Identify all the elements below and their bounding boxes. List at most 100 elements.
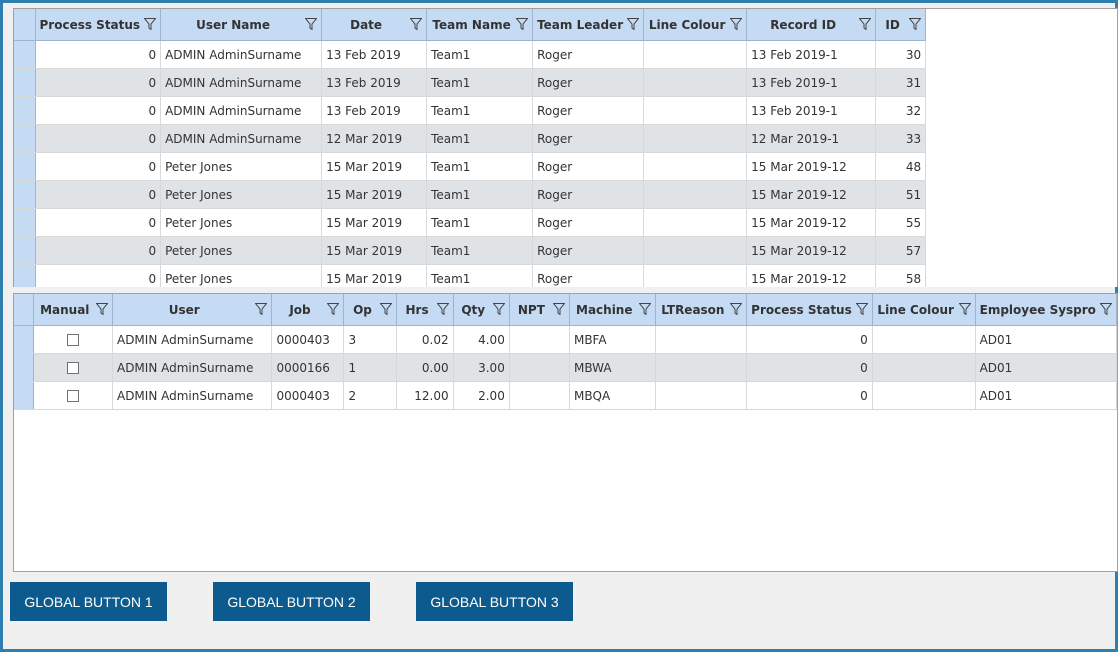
column-header-manual[interactable]: Manual <box>33 294 113 326</box>
table-row[interactable]: ADMIN AdminSurname 0000403 2 12.00 2.00 MBQA 0… <box>14 381 1117 410</box>
table-row[interactable]: 0 Peter Jones 15 Mar 2019 Team1 Roger 15 Mar … <box>14 180 927 209</box>
manual-checkbox[interactable] <box>66 362 79 374</box>
cell-team-leader: Roger <box>532 96 645 125</box>
cell-team-leader: Roger <box>532 264 645 287</box>
filter-icon[interactable] <box>729 303 743 316</box>
column-header-user[interactable]: User <box>112 294 273 326</box>
table-row[interactable]: 0 ADMIN AdminSurname 12 Mar 2019 Team1 Roger… <box>14 124 927 153</box>
cell-team-name: Team1 <box>426 180 534 209</box>
column-header-employee-syspro[interactable]: Employee Syspro <box>975 294 1117 326</box>
column-header-ltreason[interactable]: LTReason <box>655 294 748 326</box>
cell-process-status: 0 <box>746 325 873 354</box>
cell-team-leader: Roger <box>532 40 645 69</box>
cell-record-id: 12 Mar 2019-1 <box>746 124 877 153</box>
column-header-id[interactable]: ID <box>875 9 927 41</box>
cell-line-colour <box>872 325 976 354</box>
cell-team-name: Team1 <box>426 208 534 237</box>
filter-icon[interactable] <box>958 303 972 316</box>
column-header-date[interactable]: Date <box>321 9 428 41</box>
row-selector[interactable] <box>14 152 36 181</box>
row-selector[interactable] <box>14 40 36 69</box>
filter-icon[interactable] <box>492 303 506 316</box>
manual-checkbox[interactable] <box>66 390 79 402</box>
filter-icon[interactable] <box>254 303 269 316</box>
row-selector[interactable] <box>14 68 36 97</box>
filter-icon[interactable] <box>143 18 157 31</box>
cell-op: 3 <box>343 325 398 354</box>
filter-icon[interactable] <box>436 303 450 316</box>
filter-icon[interactable] <box>858 18 872 31</box>
cell-ltreason <box>655 325 748 354</box>
row-selector[interactable] <box>14 325 34 354</box>
cell-user-name: Peter Jones <box>160 152 323 181</box>
row-selector[interactable] <box>14 381 34 410</box>
row-selector-header <box>14 9 36 41</box>
cell-user-name: ADMIN AdminSurname <box>160 124 323 153</box>
table-row[interactable]: 0 ADMIN AdminSurname 13 Feb 2019 Team1 Roger… <box>14 96 927 125</box>
filter-icon[interactable] <box>515 18 529 31</box>
cell-process-status: 0 <box>35 40 162 69</box>
table-row[interactable]: 0 ADMIN AdminSurname 13 Feb 2019 Team1 Roger… <box>14 40 927 69</box>
row-selector[interactable] <box>14 96 36 125</box>
cell-date: 13 Feb 2019 <box>321 68 428 97</box>
row-selector[interactable] <box>14 353 34 382</box>
manual-checkbox[interactable] <box>66 334 79 346</box>
cell-date: 15 Mar 2019 <box>321 264 428 287</box>
filter-icon[interactable] <box>729 18 743 31</box>
filter-icon[interactable] <box>855 303 869 316</box>
column-header-job[interactable]: Job <box>271 294 345 326</box>
column-header-qty[interactable]: Qty <box>453 294 510 326</box>
global-button-3[interactable]: GLOBAL BUTTON 3 <box>416 582 573 621</box>
column-header-op[interactable]: Op <box>343 294 398 326</box>
global-button-2[interactable]: GLOBAL BUTTON 2 <box>213 582 370 621</box>
filter-icon[interactable] <box>1099 303 1113 316</box>
row-selector[interactable] <box>14 264 36 287</box>
table-row[interactable]: ADMIN AdminSurname 0000403 3 0.02 4.00 MBFA 0 A… <box>14 325 1117 354</box>
column-header-record-id[interactable]: Record ID <box>746 9 877 41</box>
row-selector[interactable] <box>14 208 36 237</box>
table-row[interactable]: 0 Peter Jones 15 Mar 2019 Team1 Roger 15 Mar … <box>14 208 927 237</box>
cell-manual <box>33 381 113 410</box>
details-table: Manual User Job Op Hrs Qty NPT Machine LTReason P… <box>14 294 1117 410</box>
cell-team-leader: Roger <box>532 124 645 153</box>
filter-icon[interactable] <box>552 303 566 316</box>
cell-team-name: Team1 <box>426 68 534 97</box>
cell-user-name: ADMIN AdminSurname <box>160 40 323 69</box>
table-row[interactable]: 0 ADMIN AdminSurname 13 Feb 2019 Team1 Roger… <box>14 68 927 97</box>
column-header-machine[interactable]: Machine <box>569 294 656 326</box>
table-row[interactable]: 0 Peter Jones 15 Mar 2019 Team1 Roger 15 Mar … <box>14 152 927 181</box>
column-header-npt[interactable]: NPT <box>509 294 570 326</box>
column-header-process-status[interactable]: Process Status <box>746 294 873 326</box>
column-header-team-leader[interactable]: Team Leader <box>532 9 645 41</box>
filter-icon[interactable] <box>637 303 652 316</box>
filter-icon[interactable] <box>409 18 423 31</box>
cell-date: 15 Mar 2019 <box>321 180 428 209</box>
column-header-line-colour[interactable]: Line Colour <box>643 9 748 41</box>
cell-line-colour <box>643 40 748 69</box>
filter-icon[interactable] <box>304 18 318 31</box>
filter-icon[interactable] <box>626 18 640 31</box>
cell-id: 31 <box>875 68 927 97</box>
cell-process-status: 0 <box>35 264 162 287</box>
row-selector[interactable] <box>14 236 36 265</box>
column-header-team-name[interactable]: Team Name <box>426 9 534 41</box>
column-header-label: Employee Syspro <box>979 302 1096 317</box>
filter-icon[interactable] <box>908 18 922 31</box>
column-header-user-name[interactable]: User Name <box>160 9 323 41</box>
filter-icon[interactable] <box>379 303 394 316</box>
column-header-hrs[interactable]: Hrs <box>396 294 454 326</box>
filter-icon[interactable] <box>95 303 109 316</box>
row-selector-header <box>14 294 34 326</box>
table-row[interactable]: ADMIN AdminSurname 0000166 1 0.00 3.00 MBWA 0 A… <box>14 353 1117 382</box>
global-button-1[interactable]: GLOBAL BUTTON 1 <box>10 582 167 621</box>
row-selector[interactable] <box>14 124 36 153</box>
filter-icon[interactable] <box>326 303 341 316</box>
cell-employee-syspro: AD01 <box>975 353 1117 382</box>
cell-id: 48 <box>875 152 927 181</box>
cell-date: 13 Feb 2019 <box>321 96 428 125</box>
column-header-line-colour[interactable]: Line Colour <box>872 294 976 326</box>
table-row[interactable]: 0 Peter Jones 15 Mar 2019 Team1 Roger 15 Mar … <box>14 264 927 287</box>
row-selector[interactable] <box>14 180 36 209</box>
column-header-process-status[interactable]: Process Status <box>35 9 162 41</box>
table-row[interactable]: 0 Peter Jones 15 Mar 2019 Team1 Roger 15 Mar … <box>14 236 927 265</box>
